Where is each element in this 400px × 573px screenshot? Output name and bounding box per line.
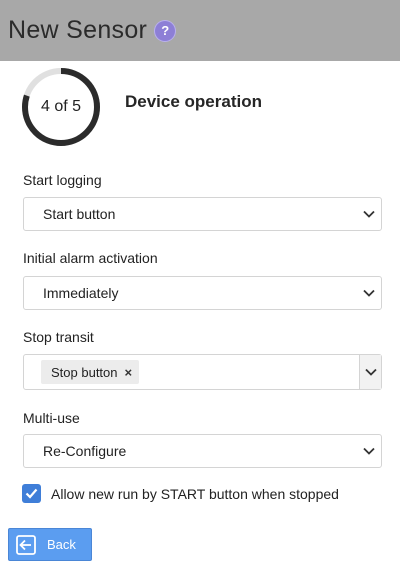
allow-new-run-checkbox[interactable] xyxy=(22,484,41,503)
stop-transit-chip: Stop button × xyxy=(41,360,140,384)
chevron-down-icon xyxy=(363,210,375,218)
back-button-label: Back xyxy=(47,537,76,552)
stop-transit-multiselect[interactable]: Stop button × xyxy=(23,354,382,390)
start-logging-value: Start button xyxy=(43,206,116,222)
chip-label: Stop button xyxy=(51,364,118,380)
help-icon[interactable]: ? xyxy=(155,20,176,41)
page-title: New Sensor xyxy=(8,16,148,44)
allow-new-run-label: Allow new run by START button when stopp… xyxy=(51,485,339,502)
chevron-down-icon xyxy=(365,368,377,376)
chevron-down-icon xyxy=(363,447,375,455)
multi-use-select[interactable]: Re-Configure xyxy=(23,434,382,468)
chevron-down-icon xyxy=(363,289,375,297)
step-progress-ring: 4 of 5 xyxy=(21,67,101,147)
start-logging-label: Start logging xyxy=(23,172,102,188)
multi-use-label: Multi-use xyxy=(23,410,80,426)
app-header: New Sensor ? xyxy=(0,0,400,61)
start-logging-select[interactable]: Start button xyxy=(23,197,382,231)
back-button[interactable]: Back xyxy=(8,528,92,561)
arrow-left-box-icon xyxy=(16,534,36,555)
check-icon xyxy=(25,488,38,499)
step-title: Device operation xyxy=(125,92,262,111)
multiselect-toggle[interactable] xyxy=(359,355,381,389)
chip-remove-icon[interactable]: × xyxy=(125,365,133,380)
progress-label: 4 of 5 xyxy=(40,98,82,115)
initial-alarm-label: Initial alarm activation xyxy=(23,250,158,266)
stop-transit-label: Stop transit xyxy=(23,329,94,345)
initial-alarm-select[interactable]: Immediately xyxy=(23,276,382,310)
allow-new-run-row: Allow new run by START button when stopp… xyxy=(22,484,339,503)
initial-alarm-value: Immediately xyxy=(43,285,119,301)
multi-use-value: Re-Configure xyxy=(43,443,127,459)
